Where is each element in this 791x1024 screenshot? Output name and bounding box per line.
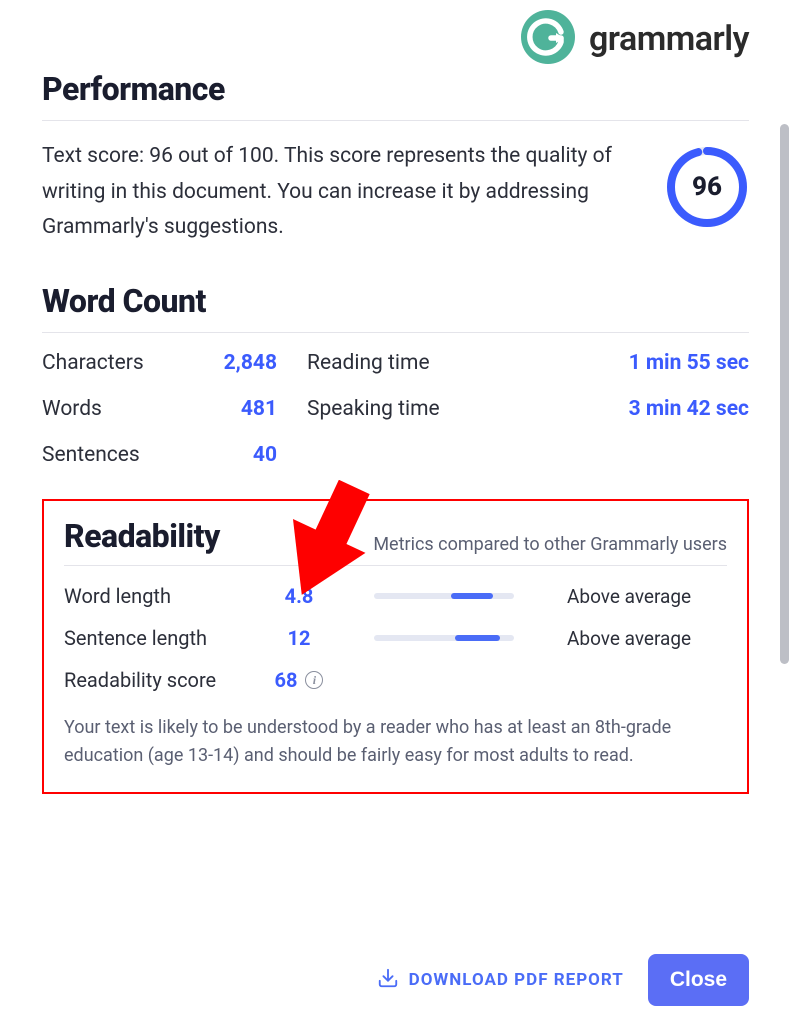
brand-logo-lockup: grammarly — [521, 10, 749, 68]
readability-heading: Readability — [64, 517, 220, 555]
score-ring: 96 — [665, 145, 749, 229]
characters-value: 2,848 — [197, 351, 307, 375]
word-count-grid: Characters 2,848 Reading time 1 min 55 s… — [42, 351, 749, 467]
word-length-value: 4.8 — [264, 584, 334, 608]
words-label: Words — [42, 397, 197, 421]
speaking-time-label: Speaking time — [307, 397, 487, 421]
close-button[interactable]: Close — [648, 954, 749, 1006]
divider — [42, 332, 749, 333]
readability-score-value: 68 i — [264, 668, 334, 692]
performance-heading: Performance — [42, 70, 749, 108]
download-icon — [377, 967, 399, 994]
sentence-length-label: Sentence length — [64, 626, 264, 650]
reading-time-value: 1 min 55 sec — [487, 351, 749, 375]
download-pdf-label: DOWNLOAD PDF REPORT — [409, 970, 624, 990]
sentences-value: 40 — [197, 443, 307, 467]
divider — [42, 120, 749, 121]
sentence-length-value: 12 — [264, 626, 334, 650]
readability-subtitle: Metrics compared to other Grammarly user… — [373, 534, 727, 555]
readability-highlight-box: Readability Metrics compared to other Gr… — [42, 499, 749, 794]
speaking-time-value: 3 min 42 sec — [487, 397, 749, 421]
score-value: 96 — [665, 145, 749, 229]
scrollbar[interactable] — [780, 124, 789, 664]
sentence-length-note: Above average — [567, 627, 727, 650]
reading-time-label: Reading time — [307, 351, 487, 375]
readability-description: Your text is likely to be understood by … — [64, 714, 727, 770]
brand-name: grammarly — [589, 19, 749, 59]
word-length-bar — [334, 593, 567, 599]
grammarly-logo-icon — [521, 10, 575, 68]
sentence-length-bar — [334, 635, 567, 641]
info-icon[interactable]: i — [305, 671, 323, 689]
download-pdf-button[interactable]: DOWNLOAD PDF REPORT — [377, 967, 624, 994]
sentences-label: Sentences — [42, 443, 197, 467]
readability-score-label: Readability score — [64, 668, 264, 692]
divider — [64, 565, 727, 566]
word-count-heading: Word Count — [42, 282, 749, 320]
words-value: 481 — [197, 397, 307, 421]
characters-label: Characters — [42, 351, 197, 375]
word-length-label: Word length — [64, 584, 264, 608]
performance-description: Text score: 96 out of 100. This score re… — [42, 139, 635, 246]
word-length-note: Above average — [567, 585, 727, 608]
